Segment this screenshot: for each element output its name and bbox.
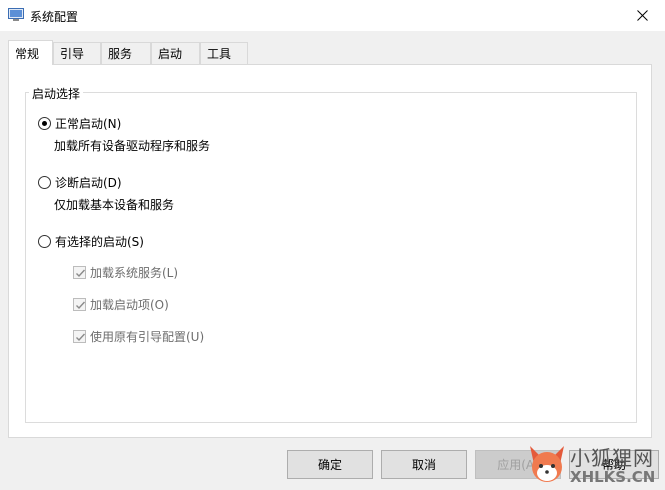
tab-label: 引导 [60,47,85,61]
tab-boot[interactable]: 引导 [53,42,101,64]
watermark: 小狐狸网 XHLKS.CN [526,440,665,490]
tab-label: 服务 [108,47,133,61]
general-tab-panel: 启动选择 正常启动(N) 加载所有设备驱动程序和服务 诊断启动(D) 仅加载基本… [8,64,652,438]
radio-unchecked-icon[interactable] [38,176,51,189]
checkbox-load-system-services[interactable]: 加载系统服务(L) [73,264,178,281]
checkbox-load-startup-items[interactable]: 加载启动项(O) [73,296,169,313]
radio-selective-startup[interactable]: 有选择的启动(S) [38,233,144,250]
checkbox-use-original-boot-config[interactable]: 使用原有引导配置(U) [73,328,204,345]
tab-label: 启动 [158,47,183,61]
option-description: 加载所有设备驱动程序和服务 [54,139,211,153]
radio-diagnostic-startup[interactable]: 诊断启动(D) [38,174,122,191]
msconfig-app-icon [8,8,24,22]
tab-label: 工具 [207,47,232,61]
radio-unchecked-icon[interactable] [38,235,51,248]
tab-tools[interactable]: 工具 [200,42,248,64]
checkbox-label: 使用原有引导配置(U) [90,330,205,344]
cancel-button[interactable]: 取消 [381,450,467,479]
checkbox-label: 加载系统服务(L) [90,266,179,280]
close-button[interactable] [619,0,665,31]
title-bar: 系统配置 [0,0,665,31]
checkbox-label: 加载启动项(O) [90,298,169,312]
checkmark-icon[interactable] [73,330,86,343]
tab-general[interactable]: 常规 [8,40,53,65]
radio-label: 有选择的启动(S) [55,235,144,249]
checkmark-icon[interactable] [73,266,86,279]
group-label: 启动选择 [29,85,84,102]
close-icon [636,10,648,21]
radio-label: 诊断启动(D) [55,176,122,190]
radio-normal-startup[interactable]: 正常启动(N) [38,115,121,132]
ok-button[interactable]: 确定 [287,450,373,479]
watermark-text-cn: 小狐狸网 [570,446,654,470]
tab-services[interactable]: 服务 [101,42,151,64]
watermark-text-en: XHLKS.CN [570,468,656,486]
tab-startup[interactable]: 启动 [151,42,200,64]
fox-logo-icon [530,446,564,482]
radio-label: 正常启动(N) [55,117,122,131]
radio-checked-icon[interactable] [38,117,51,130]
checkmark-icon[interactable] [73,298,86,311]
option-description: 仅加载基本设备和服务 [54,198,175,212]
tab-label: 常规 [15,47,40,61]
window-title: 系统配置 [30,10,79,24]
